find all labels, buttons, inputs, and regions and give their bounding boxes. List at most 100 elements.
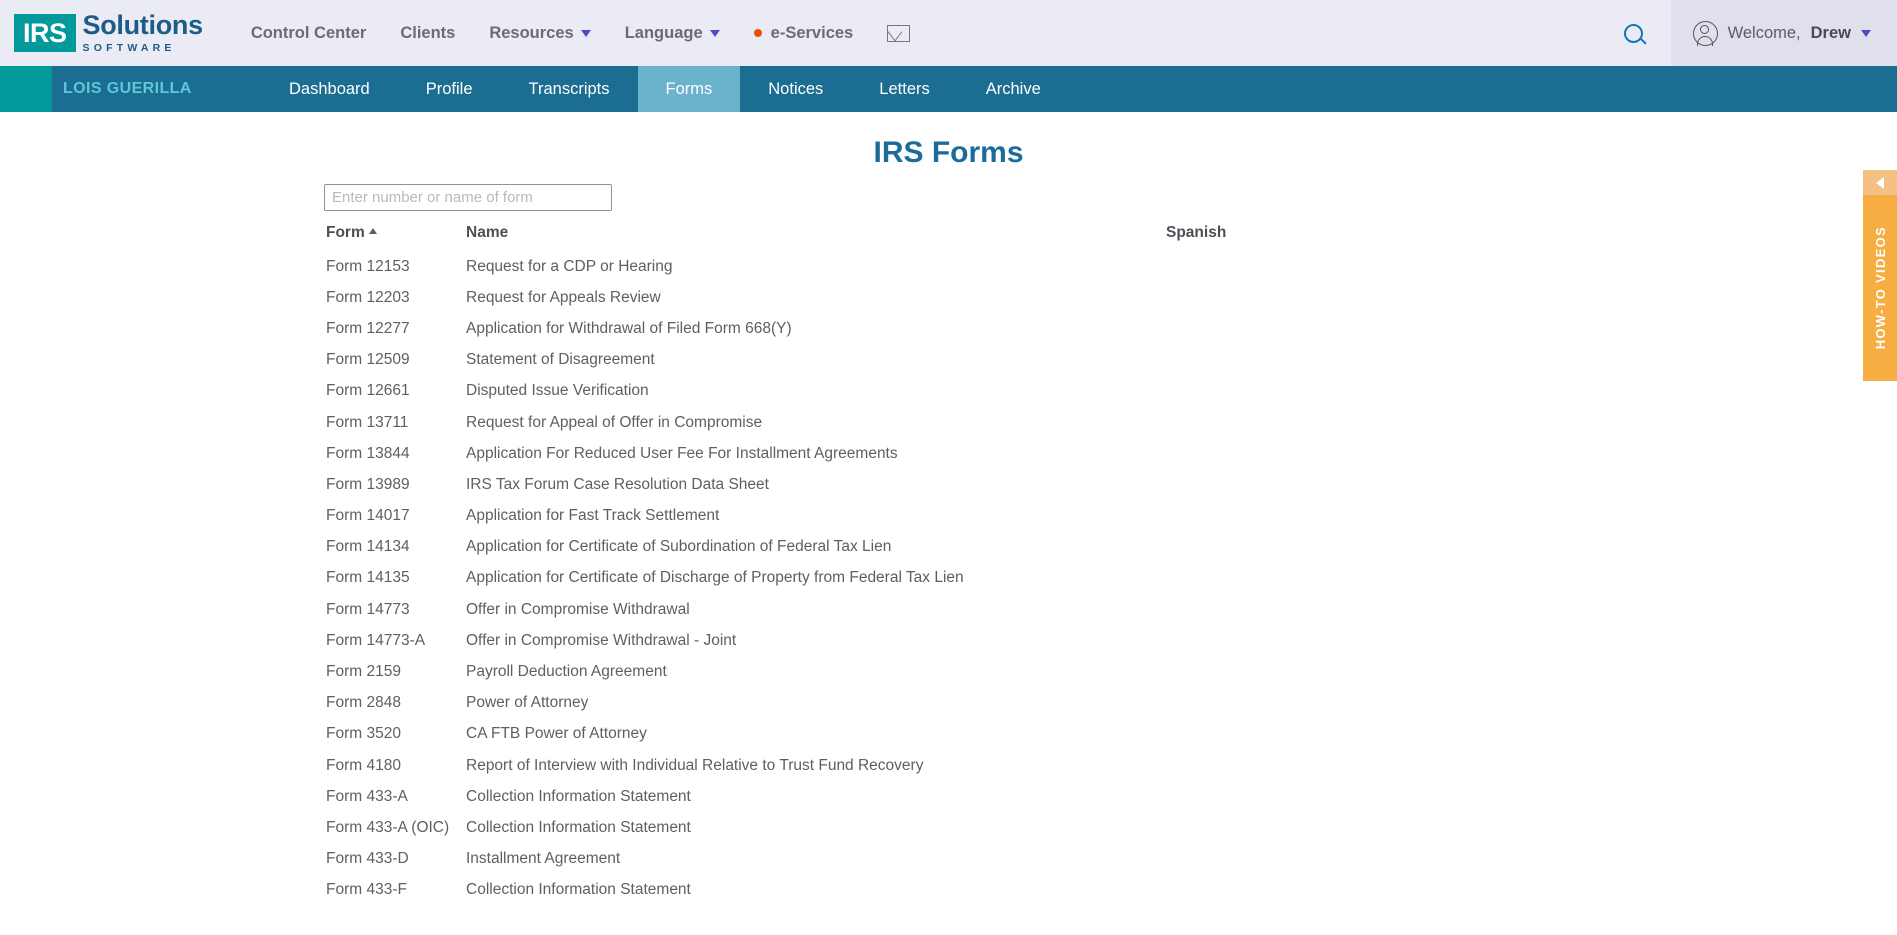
table-row[interactable]: Form 433-ACollection Information Stateme…: [320, 781, 1525, 812]
cell-spanish: [1160, 812, 1525, 843]
cell-name: Application for Certificate of Discharge…: [460, 563, 1160, 594]
logo-irs-text: IRS: [23, 20, 67, 47]
nav-item-label: Control Center: [251, 24, 367, 43]
client-navigation-bar: LOIS GUERILLA Dashboard Profile Transcri…: [0, 66, 1897, 112]
cell-name: Application for Certificate of Subordina…: [460, 532, 1160, 563]
cell-name: Report of Interview with Individual Rela…: [460, 750, 1160, 781]
cell-form: Form 433-A (OIC): [320, 812, 460, 843]
cell-spanish: [1160, 376, 1525, 407]
user-circle-icon: [1693, 21, 1718, 46]
column-header-spanish[interactable]: Spanish: [1160, 220, 1525, 251]
table-row[interactable]: Form 2159Payroll Deduction Agreement: [320, 656, 1525, 687]
header-right-actions: Welcome, Drew: [1597, 0, 1897, 66]
header-search-button[interactable]: [1597, 0, 1671, 66]
table-row[interactable]: Form 13711Request for Appeal of Offer in…: [320, 407, 1525, 438]
nav-item-clients[interactable]: Clients: [400, 24, 455, 43]
cell-name: Request for Appeal of Offer in Compromis…: [460, 407, 1160, 438]
how-to-videos-tab[interactable]: HOW-TO VIDEOS: [1863, 195, 1897, 381]
cell-form: Form 14134: [320, 532, 460, 563]
user-menu[interactable]: Welcome, Drew: [1671, 0, 1897, 66]
cell-name: Payroll Deduction Agreement: [460, 656, 1160, 687]
table-row[interactable]: Form 14773-AOffer in Compromise Withdraw…: [320, 625, 1525, 656]
nav-item-control-center[interactable]: Control Center: [251, 24, 367, 43]
tab-notices[interactable]: Notices: [740, 66, 851, 112]
cell-form: Form 433-A: [320, 781, 460, 812]
cell-name: Power of Attorney: [460, 688, 1160, 719]
cell-name: Offer in Compromise Withdrawal: [460, 594, 1160, 625]
column-header-name[interactable]: Name: [460, 220, 1160, 251]
forms-table: Form Name Spanish Form 12153Request for …: [320, 220, 1525, 906]
logo-software-text: SOFTWARE: [83, 42, 203, 54]
how-to-videos-label: HOW-TO VIDEOS: [1873, 226, 1888, 349]
status-dot-icon: [754, 29, 762, 37]
table-row[interactable]: Form 2848Power of Attorney: [320, 688, 1525, 719]
cell-spanish: [1160, 594, 1525, 625]
client-name[interactable]: LOIS GUERILLA: [52, 66, 261, 112]
cell-name: Statement of Disagreement: [460, 345, 1160, 376]
tab-profile[interactable]: Profile: [398, 66, 501, 112]
table-row[interactable]: Form 12203Request for Appeals Review: [320, 282, 1525, 313]
nav-item-label: Clients: [400, 24, 455, 43]
cell-name: Request for Appeals Review: [460, 282, 1160, 313]
cell-name: IRS Tax Forum Case Resolution Data Sheet: [460, 469, 1160, 500]
cell-form: Form 12153: [320, 251, 460, 282]
logo-solutions-text: Solutions: [83, 12, 203, 39]
column-header-form[interactable]: Form: [320, 220, 460, 251]
cell-spanish: [1160, 501, 1525, 532]
form-search-input[interactable]: [324, 184, 612, 211]
cell-spanish: [1160, 875, 1525, 906]
cell-form: Form 4180: [320, 750, 460, 781]
table-row[interactable]: Form 433-DInstallment Agreement: [320, 844, 1525, 875]
welcome-greeting: Welcome,: [1728, 24, 1801, 43]
nav-item-resources[interactable]: Resources: [489, 24, 590, 43]
tab-archive[interactable]: Archive: [958, 66, 1069, 112]
forms-section: Form Name Spanish Form 12153Request for …: [0, 184, 1897, 906]
tab-dashboard[interactable]: Dashboard: [261, 66, 398, 112]
cell-spanish: [1160, 407, 1525, 438]
table-row[interactable]: Form 14017Application for Fast Track Set…: [320, 501, 1525, 532]
cell-name: Application for Fast Track Settlement: [460, 501, 1160, 532]
main-navigation: Control Center Clients Resources Languag…: [251, 24, 910, 43]
cell-form: Form 433-F: [320, 875, 460, 906]
table-row[interactable]: Form 12277Application for Withdrawal of …: [320, 313, 1525, 344]
table-row[interactable]: Form 14773Offer in Compromise Withdrawal: [320, 594, 1525, 625]
table-row[interactable]: Form 13989IRS Tax Forum Case Resolution …: [320, 469, 1525, 500]
cell-spanish: [1160, 625, 1525, 656]
table-row[interactable]: Form 14135Application for Certificate of…: [320, 563, 1525, 594]
nav-item-e-services[interactable]: e-Services: [754, 24, 854, 43]
cell-spanish: [1160, 719, 1525, 750]
mail-icon[interactable]: [887, 25, 910, 42]
table-row[interactable]: Form 4180Report of Interview with Indivi…: [320, 750, 1525, 781]
cell-form: Form 13989: [320, 469, 460, 500]
table-row[interactable]: Form 12661Disputed Issue Verification: [320, 376, 1525, 407]
cell-spanish: [1160, 313, 1525, 344]
app-logo[interactable]: IRS Solutions SOFTWARE: [14, 12, 203, 54]
cell-spanish: [1160, 563, 1525, 594]
cell-form: Form 13711: [320, 407, 460, 438]
table-row[interactable]: Form 433-FCollection Information Stateme…: [320, 875, 1525, 906]
collapse-videos-button[interactable]: [1863, 170, 1897, 195]
cell-name: Application For Reduced User Fee For Ins…: [460, 438, 1160, 469]
table-row[interactable]: Form 12509Statement of Disagreement: [320, 345, 1525, 376]
table-row[interactable]: Form 12153Request for a CDP or Hearing: [320, 251, 1525, 282]
cell-spanish: [1160, 656, 1525, 687]
cell-name: Collection Information Statement: [460, 812, 1160, 843]
cell-form: Form 14017: [320, 501, 460, 532]
table-row[interactable]: Form 14134Application for Certificate of…: [320, 532, 1525, 563]
nav-item-language[interactable]: Language: [625, 24, 720, 43]
table-row[interactable]: Form 3520CA FTB Power of Attorney: [320, 719, 1525, 750]
tab-forms[interactable]: Forms: [638, 66, 741, 112]
tab-letters[interactable]: Letters: [851, 66, 957, 112]
sort-ascending-icon: [369, 228, 377, 234]
cell-spanish: [1160, 688, 1525, 719]
cell-spanish: [1160, 345, 1525, 376]
forms-table-body: Form 12153Request for a CDP or HearingFo…: [320, 251, 1525, 906]
cell-form: Form 2848: [320, 688, 460, 719]
cell-spanish: [1160, 282, 1525, 313]
cell-form: Form 433-D: [320, 844, 460, 875]
cell-form: Form 12203: [320, 282, 460, 313]
table-row[interactable]: Form 433-A (OIC)Collection Information S…: [320, 812, 1525, 843]
table-header-row: Form Name Spanish: [320, 220, 1525, 251]
table-row[interactable]: Form 13844Application For Reduced User F…: [320, 438, 1525, 469]
tab-transcripts[interactable]: Transcripts: [501, 66, 638, 112]
